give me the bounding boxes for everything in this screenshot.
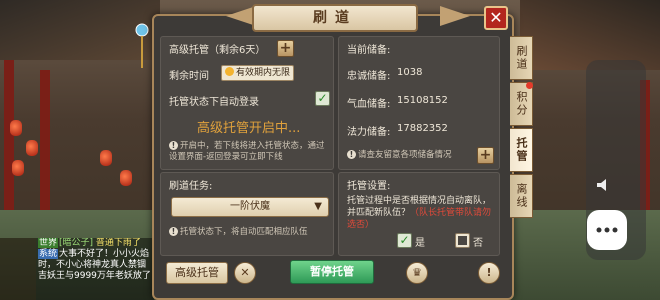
task-header: 刷道任务: xyxy=(169,181,213,192)
more-icon xyxy=(596,227,618,233)
shuadao-dialog: 刷道 高级托管（剩余6天） + 剩余时间 有效期内无限 托管状态下自动登录 ✓ … xyxy=(152,4,514,300)
reserve-label: 气血储备: xyxy=(347,99,391,110)
trust-header: 高级托管（剩余6天） xyxy=(169,45,266,56)
channel-badge: 系统 xyxy=(38,249,59,259)
trust-note: ! 开启中，若下线将进入托管状态，通过设置界面-返回登录可立即下线 xyxy=(169,141,325,162)
settings-header: 托管设置: xyxy=(347,181,391,192)
settings-section: 托管设置: 托管过程中是否根据情况自动离队，并匹配新队伍？（队长托管带队请勿选否… xyxy=(338,172,500,256)
trust-section: 高级托管（剩余6天） + 剩余时间 有效期内无限 托管状态下自动登录 ✓ 高级托… xyxy=(160,36,334,170)
remaining-chip: 有效期内无限 xyxy=(221,65,295,81)
reserve-header: 当前储备: xyxy=(347,45,391,56)
chat-text: 大事不好了！小小火焰 xyxy=(59,249,150,259)
tab-shuadao[interactable]: 刷道 xyxy=(510,36,533,80)
chat-text: 普通下雨了 xyxy=(95,238,141,248)
chat-sidebar[interactable] xyxy=(0,238,36,300)
yes-checkbox[interactable]: ✓ xyxy=(397,233,412,248)
chat-line: 时，不小心将神龙真人禁锢 xyxy=(36,260,154,271)
auto-login-checkbox[interactable]: ✓ xyxy=(315,91,330,106)
volume-icon[interactable] xyxy=(595,176,613,194)
task-note: ! 托管状态下，将自动匹配相应队伍 xyxy=(169,227,308,238)
info-icon[interactable]: ! xyxy=(478,262,500,284)
cancel-icon[interactable]: ✕ xyxy=(234,262,256,284)
tab-tuoguan[interactable]: 托管 xyxy=(510,128,533,172)
add-trust-button[interactable]: + xyxy=(277,40,294,57)
chat-line: 系统 大事不好了！小小火焰 xyxy=(36,249,154,260)
close-button[interactable]: ✕ xyxy=(484,6,508,30)
reserve-section: 当前储备: 忠诚储备: 1038 气血储备: 15108152 法力储备: 17… xyxy=(338,36,500,170)
pause-trust-button[interactable]: 暂停托管 xyxy=(290,260,374,284)
task-select[interactable]: 一阶伏魔 ▼ xyxy=(171,197,329,217)
clock-icon xyxy=(225,67,234,76)
chat-line: 世界 [暗公子] 普通下雨了 xyxy=(36,238,154,249)
chat-sender[interactable]: [暗公子] xyxy=(59,238,93,248)
channel-badge: 世界 xyxy=(38,238,59,248)
trust-status: 高级托管开启中... xyxy=(197,121,301,136)
task-select-value: 一阶伏魔 xyxy=(230,201,270,212)
chat-panel[interactable]: 世界 [暗公子] 普通下雨了 系统 大事不好了！小小火焰 时，不小心将神龙真人禁锢 … xyxy=(36,238,154,300)
lantern xyxy=(12,160,24,176)
chat-text: 时，不小心将神龙真人禁锢 xyxy=(38,260,147,270)
lantern xyxy=(26,140,38,156)
no-label: 否 xyxy=(473,238,483,249)
lantern xyxy=(10,120,22,136)
ornament-icon xyxy=(135,23,149,68)
roof-right xyxy=(520,0,660,70)
pillar-left-2 xyxy=(40,70,50,220)
warning-icon: ! xyxy=(169,227,178,236)
no-checkbox[interactable] xyxy=(455,233,470,248)
notification-dot xyxy=(526,82,533,89)
reserve-value: 17882352 xyxy=(397,123,448,134)
reserve-note: ! 请查友留意各项储备情况 xyxy=(347,150,452,161)
reserve-value: 1038 xyxy=(397,67,423,78)
reserve-label: 法力储备: xyxy=(347,127,391,138)
chat-line: 吉妖王与9999万年老妖放了 xyxy=(36,271,154,282)
reserve-label: 忠诚储备: xyxy=(347,71,391,82)
remaining-label: 剩余时间 xyxy=(169,71,209,82)
advanced-trust-button[interactable]: 高级托管 xyxy=(166,262,228,284)
add-reserve-button[interactable]: + xyxy=(477,147,494,164)
more-button[interactable] xyxy=(587,210,627,250)
settings-question: 托管过程中是否根据情况自动离队，并匹配新队伍？（队长托管带队请勿选否） xyxy=(347,196,492,230)
crown-icon[interactable]: ♛ xyxy=(406,262,428,284)
dialog-title: 刷道 xyxy=(252,4,418,32)
reserve-value: 15108152 xyxy=(397,95,448,106)
auto-login-label: 托管状态下自动登录 xyxy=(169,97,259,108)
tab-lixian[interactable]: 离线 xyxy=(510,174,533,218)
remaining-value: 有效期内无限 xyxy=(236,68,291,78)
lantern xyxy=(100,150,112,166)
task-section: 刷道任务: 一阶伏魔 ▼ ! 托管状态下，将自动匹配相应队伍 xyxy=(160,172,334,256)
chevron-down-icon: ▼ xyxy=(314,201,322,212)
warning-icon: ! xyxy=(169,141,178,150)
warning-icon: ! xyxy=(347,150,356,159)
yes-label: 是 xyxy=(415,238,425,249)
lantern xyxy=(120,170,132,186)
chat-text: 吉妖王与9999万年老妖放了 xyxy=(38,271,151,281)
